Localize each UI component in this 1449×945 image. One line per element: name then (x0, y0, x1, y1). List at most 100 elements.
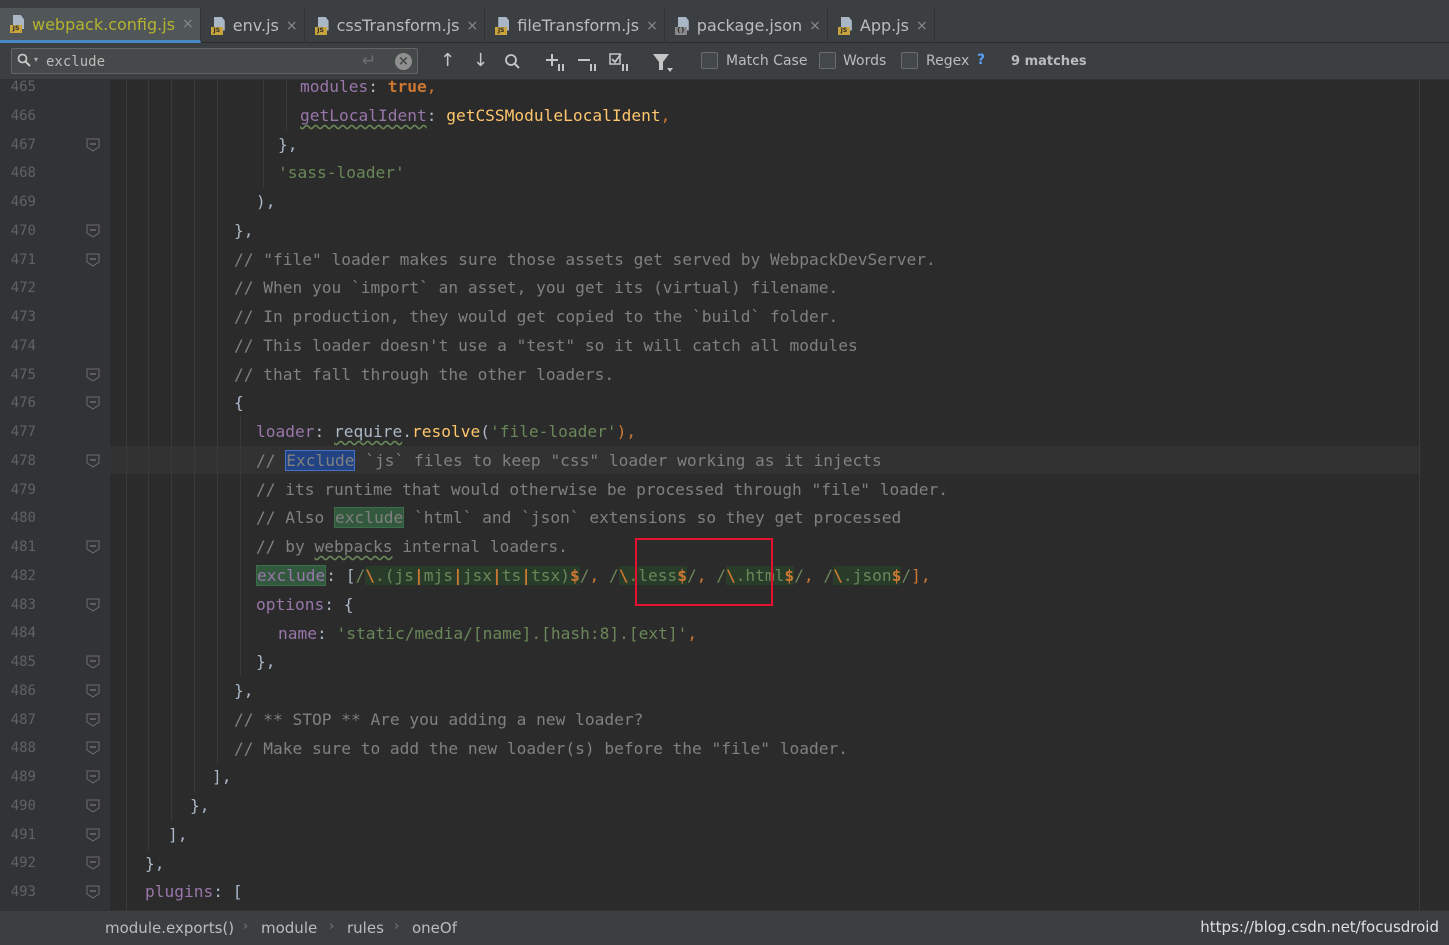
words-checkbox[interactable] (819, 52, 836, 69)
close-icon[interactable]: × (809, 18, 821, 34)
fold-marker-icon[interactable] (86, 454, 100, 468)
breadcrumb-module[interactable]: module (261, 919, 317, 937)
line-number[interactable]: 478 (0, 453, 36, 469)
tab-package-json[interactable]: {} package.json × (665, 8, 828, 43)
fold-marker-icon[interactable] (86, 770, 100, 784)
close-icon[interactable]: × (467, 18, 479, 34)
fold-marker-icon[interactable] (86, 799, 100, 813)
line-number[interactable]: 477 (0, 424, 36, 440)
js-file-icon: JS (210, 16, 227, 35)
line-number[interactable]: 469 (0, 194, 36, 210)
line-number[interactable]: 489 (0, 769, 36, 785)
close-icon[interactable]: × (182, 16, 194, 32)
code-line-476: { (234, 393, 244, 412)
breadcrumb-rules[interactable]: rules (347, 919, 384, 937)
search-input[interactable] (46, 52, 356, 72)
line-number[interactable]: 466 (0, 108, 36, 124)
line-number[interactable]: 479 (0, 482, 36, 498)
js-file-icon: JS (314, 16, 331, 35)
line-number[interactable]: 474 (0, 338, 36, 354)
line-number[interactable]: 480 (0, 510, 36, 526)
fold-marker-icon[interactable] (86, 138, 100, 152)
words-label[interactable]: Words (843, 53, 886, 69)
code-line-473: // In production, they would get copied … (234, 307, 839, 326)
remove-occurrence-icon[interactable] (577, 52, 599, 72)
watermark-url: https://blog.csdn.net/focusdroid (1200, 918, 1439, 936)
tab-css-transform[interactable]: JS cssTransform.js × (305, 8, 486, 43)
search-field[interactable]: ▾ ↵ × (11, 48, 418, 74)
fold-marker-icon[interactable] (86, 684, 100, 698)
tab-env[interactable]: JS env.js × (201, 8, 305, 43)
add-occurrence-icon[interactable] (545, 52, 567, 72)
code-editor[interactable]: 465 466 467 468 469 470 471 472 473 474 475 476 477 4… (0, 80, 1449, 910)
line-number[interactable]: 483 (0, 597, 36, 613)
clear-search-icon[interactable]: × (395, 53, 412, 70)
close-icon[interactable]: × (286, 18, 298, 34)
line-number[interactable]: 490 (0, 798, 36, 814)
line-number[interactable]: 493 (0, 884, 36, 900)
tab-app-js[interactable]: JS App.js × (828, 8, 935, 43)
line-number[interactable]: 482 (0, 568, 36, 584)
fold-marker-icon[interactable] (86, 396, 100, 410)
fold-marker-icon[interactable] (86, 655, 100, 669)
fold-marker-icon[interactable] (86, 828, 100, 842)
line-number[interactable]: 473 (0, 309, 36, 325)
fold-marker-icon[interactable] (86, 741, 100, 755)
fold-marker-icon[interactable] (86, 885, 100, 899)
current-search-match: Exclude (285, 450, 356, 471)
line-number[interactable]: 492 (0, 855, 36, 871)
code-line-478: // Exclude `js` files to keep "css" load… (256, 450, 882, 471)
line-number[interactable]: 481 (0, 539, 36, 555)
line-number[interactable]: 486 (0, 683, 36, 699)
indent-guide (171, 80, 172, 822)
breadcrumb-oneof[interactable]: oneOf (412, 919, 457, 937)
line-number[interactable]: 472 (0, 280, 36, 296)
code-line-470: }, (234, 221, 254, 240)
tab-webpack-config[interactable]: JS webpack.config.js × (0, 8, 201, 43)
line-number[interactable]: 465 (0, 80, 36, 95)
fold-marker-icon[interactable] (86, 368, 100, 382)
previous-occurrence-icon[interactable]: ↑ (440, 51, 455, 71)
line-number[interactable]: 470 (0, 223, 36, 239)
fold-marker-icon[interactable] (86, 598, 100, 612)
new-line-icon[interactable]: ↵ (362, 51, 376, 71)
find-all-icon[interactable] (503, 52, 523, 72)
indent-guide (240, 416, 241, 676)
breadcrumb-separator: › (243, 919, 249, 934)
error-stripe[interactable] (1420, 80, 1449, 910)
regex-checkbox[interactable] (901, 52, 918, 69)
line-number[interactable]: 475 (0, 367, 36, 383)
line-number[interactable]: 485 (0, 654, 36, 670)
line-number[interactable]: 471 (0, 252, 36, 268)
close-icon[interactable]: × (646, 18, 658, 34)
regex-label[interactable]: Regex (926, 53, 969, 69)
regex-help-link[interactable]: ? (977, 52, 985, 68)
fold-marker-icon[interactable] (86, 253, 100, 267)
select-all-occurrences-icon[interactable] (609, 52, 631, 72)
line-number[interactable]: 467 (0, 137, 36, 153)
line-number[interactable]: 488 (0, 740, 36, 756)
line-number[interactable]: 468 (0, 165, 36, 181)
match-case-checkbox[interactable] (701, 52, 718, 69)
line-number[interactable]: 491 (0, 827, 36, 843)
match-case-label[interactable]: Match Case (726, 53, 807, 69)
close-icon[interactable]: × (916, 18, 928, 34)
search-icon[interactable] (17, 53, 31, 67)
breadcrumb-bar: module.exports() › module › rules › oneO… (0, 910, 1449, 945)
next-occurrence-icon[interactable]: ↓ (473, 51, 488, 71)
code-line-469: ), (256, 192, 276, 211)
tab-file-transform[interactable]: JS fileTransform.js × (485, 8, 665, 43)
line-number[interactable]: 484 (0, 625, 36, 641)
breadcrumb-module-exports[interactable]: module.exports() (105, 919, 234, 937)
line-number[interactable]: 476 (0, 395, 36, 411)
annotation-highlight-box (635, 538, 773, 606)
fold-marker-icon[interactable] (86, 713, 100, 727)
fold-marker-icon[interactable] (86, 224, 100, 238)
fold-marker-icon[interactable] (86, 856, 100, 870)
fold-marker-icon[interactable] (86, 540, 100, 554)
js-file-icon: JS (495, 16, 511, 35)
line-number[interactable]: 487 (0, 712, 36, 728)
js-file-icon: JS (10, 15, 26, 33)
filter-icon[interactable] (652, 53, 674, 73)
search-history-dropdown-icon[interactable]: ▾ (34, 55, 38, 64)
